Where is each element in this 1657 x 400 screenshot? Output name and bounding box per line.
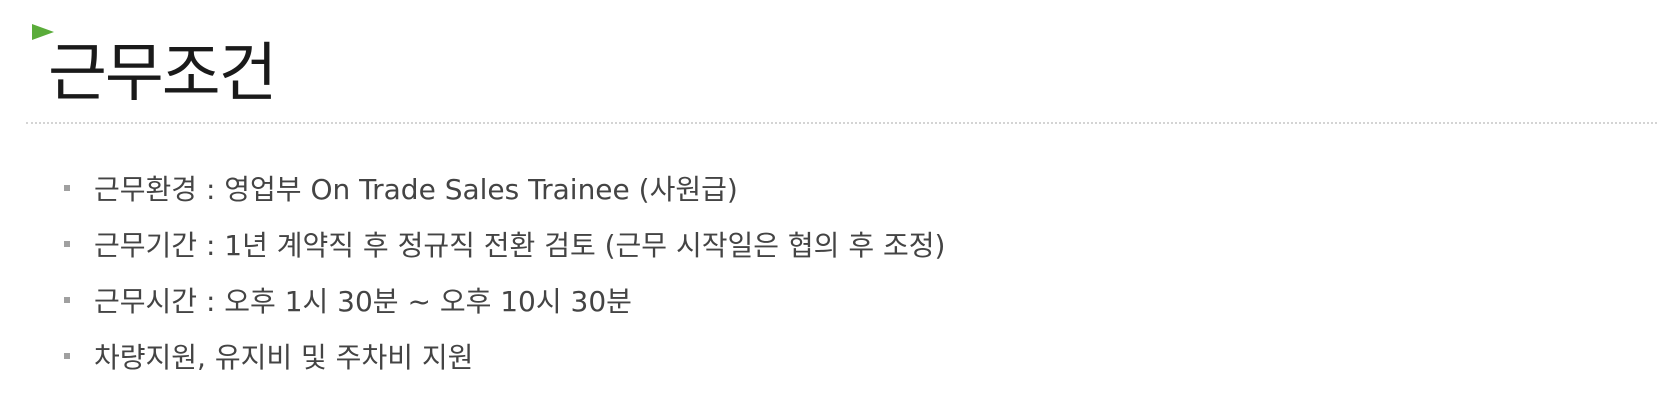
condition-text: 차량지원, 유지비 및 주차비 지원 [94, 341, 474, 374]
list-item-work-hours: 근무시간 : 오후 1시 30분 ~ 오후 10시 30분 [60, 272, 945, 328]
condition-text: 근무환경 : 영업부 On Trade Sales Trainee (사원급) [94, 173, 738, 206]
square-bullet-icon [64, 241, 70, 247]
square-bullet-icon [64, 297, 70, 303]
condition-text: 근무시간 : 오후 1시 30분 ~ 오후 10시 30분 [94, 285, 632, 318]
square-bullet-icon [64, 185, 70, 191]
square-bullet-icon [64, 353, 70, 359]
list-item-vehicle-support: 차량지원, 유지비 및 주차비 지원 [60, 328, 945, 384]
list-item-work-environment: 근무환경 : 영업부 On Trade Sales Trainee (사원급) [60, 160, 945, 216]
list-item-work-period: 근무기간 : 1년 계약직 후 정규직 전환 검토 (근무 시작일은 협의 후 … [60, 216, 945, 272]
condition-text: 근무기간 : 1년 계약직 후 정규직 전환 검토 (근무 시작일은 협의 후 … [94, 229, 946, 262]
dotted-divider [26, 122, 1657, 124]
working-conditions-section: 근무조건 근무환경 : 영업부 On Trade Sales Trainee (… [0, 0, 1657, 400]
conditions-list: 근무환경 : 영업부 On Trade Sales Trainee (사원급) … [60, 160, 945, 384]
section-title: 근무조건 [48, 37, 278, 111]
